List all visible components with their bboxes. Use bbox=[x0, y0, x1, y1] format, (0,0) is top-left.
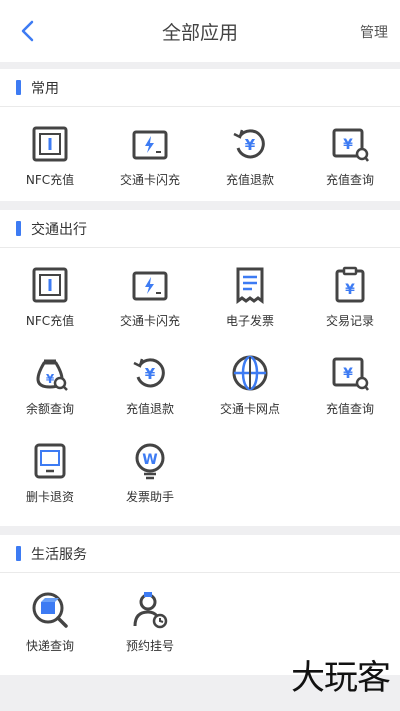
nfc-card-icon bbox=[30, 265, 70, 305]
section-accent-bar bbox=[16, 221, 21, 236]
app-tile[interactable]: 交通卡闪充 bbox=[100, 254, 200, 342]
receipt-icon bbox=[230, 265, 270, 305]
section-header: 交通出行 bbox=[0, 210, 400, 248]
app-grid: NFC充值 交通卡闪充 ¥ 充值退款 ¥ 充值查询 bbox=[0, 107, 400, 201]
app-tile[interactable]: ¥ 充值查询 bbox=[300, 342, 400, 430]
app-label: 发票助手 bbox=[125, 490, 174, 504]
section-header: 生活服务 bbox=[0, 535, 400, 573]
app-tile[interactable]: 交通卡网点 bbox=[200, 342, 300, 430]
app-label: 电子发票 bbox=[225, 314, 274, 328]
app-label: 快递查询 bbox=[25, 639, 74, 653]
doctor-appointment-icon bbox=[130, 590, 170, 630]
svg-text:¥: ¥ bbox=[345, 282, 355, 298]
app-tile[interactable]: W 发票助手 bbox=[100, 430, 200, 518]
app-label: 预约挂号 bbox=[125, 639, 174, 653]
section-header: 常用 bbox=[0, 69, 400, 107]
svg-text:¥: ¥ bbox=[343, 137, 353, 153]
transaction-record-icon: ¥ bbox=[330, 265, 370, 305]
nfc-card-icon bbox=[30, 124, 70, 164]
app-label: 交通卡闪充 bbox=[119, 173, 180, 187]
app-label: NFC充值 bbox=[25, 173, 75, 187]
app-tile[interactable]: NFC充值 bbox=[0, 254, 100, 342]
svg-text:W: W bbox=[142, 452, 157, 468]
svg-text:¥: ¥ bbox=[46, 372, 55, 386]
top-bar: 全部应用 管理 bbox=[0, 0, 400, 62]
recharge-query-icon: ¥ bbox=[330, 353, 370, 393]
app-label: NFC充值 bbox=[25, 314, 75, 328]
app-tile[interactable]: ¥ 余额查询 bbox=[0, 342, 100, 430]
app-label: 交通卡网点 bbox=[219, 402, 280, 416]
app-tile[interactable]: 删卡退资 bbox=[0, 430, 100, 518]
delete-card-icon bbox=[30, 441, 70, 481]
refund-icon: ¥ bbox=[130, 353, 170, 393]
section-title: 常用 bbox=[31, 80, 59, 97]
section-accent-bar bbox=[16, 80, 21, 95]
section-1: 交通出行 NFC充值 交通卡闪充 电子发票 ¥ 交易记录 ¥ 余额查询 ¥ 充值退款 交通卡网点 ¥ 充… bbox=[0, 210, 400, 526]
app-tile[interactable]: ¥ 交易记录 bbox=[300, 254, 400, 342]
section-0: 常用 NFC充值 交通卡闪充 ¥ 充值退款 ¥ 充值查询 bbox=[0, 69, 400, 201]
manage-button[interactable]: 管理 bbox=[360, 22, 388, 42]
flash-charge-icon bbox=[130, 265, 170, 305]
page-title: 全部应用 bbox=[161, 21, 238, 44]
app-tile[interactable]: NFC充值 bbox=[0, 113, 100, 193]
app-grid: NFC充值 交通卡闪充 电子发票 ¥ 交易记录 ¥ 余额查询 ¥ 充值退款 交通卡网点 ¥ 充值查询删… bbox=[0, 248, 400, 526]
svg-text:¥: ¥ bbox=[343, 366, 353, 382]
refund-icon: ¥ bbox=[230, 124, 270, 164]
app-tile[interactable]: 预约挂号 bbox=[100, 579, 200, 667]
back-icon[interactable] bbox=[16, 16, 44, 46]
app-tile[interactable]: 电子发票 bbox=[200, 254, 300, 342]
recharge-query-icon: ¥ bbox=[330, 124, 370, 164]
app-tile[interactable]: 快递查询 bbox=[0, 579, 100, 667]
app-label: 余额查询 bbox=[25, 402, 74, 416]
section-accent-bar bbox=[16, 546, 21, 561]
invoice-assistant-icon: W bbox=[130, 441, 170, 481]
globe-icon bbox=[230, 353, 270, 393]
section-title: 交通出行 bbox=[31, 221, 87, 238]
app-tile[interactable]: 交通卡闪充 bbox=[100, 113, 200, 193]
app-label: 交通卡闪充 bbox=[119, 314, 180, 328]
app-label: 交易记录 bbox=[325, 314, 374, 328]
app-tile[interactable]: ¥ 充值退款 bbox=[100, 342, 200, 430]
app-tile[interactable]: ¥ 充值查询 bbox=[300, 113, 400, 193]
app-label: 充值退款 bbox=[225, 173, 274, 187]
app-label: 删卡退资 bbox=[25, 490, 74, 504]
flash-charge-icon bbox=[130, 124, 170, 164]
package-search-icon bbox=[30, 590, 70, 630]
app-label: 充值查询 bbox=[325, 173, 374, 187]
svg-text:¥: ¥ bbox=[245, 136, 256, 154]
section-title: 生活服务 bbox=[31, 546, 87, 563]
money-bag-search-icon: ¥ bbox=[30, 353, 70, 393]
app-tile[interactable]: ¥ 充值退款 bbox=[200, 113, 300, 193]
app-label: 充值退款 bbox=[125, 402, 174, 416]
watermark-logo: 大玩客 bbox=[291, 658, 391, 698]
svg-text:¥: ¥ bbox=[145, 365, 156, 383]
app-label: 充值查询 bbox=[325, 402, 374, 416]
